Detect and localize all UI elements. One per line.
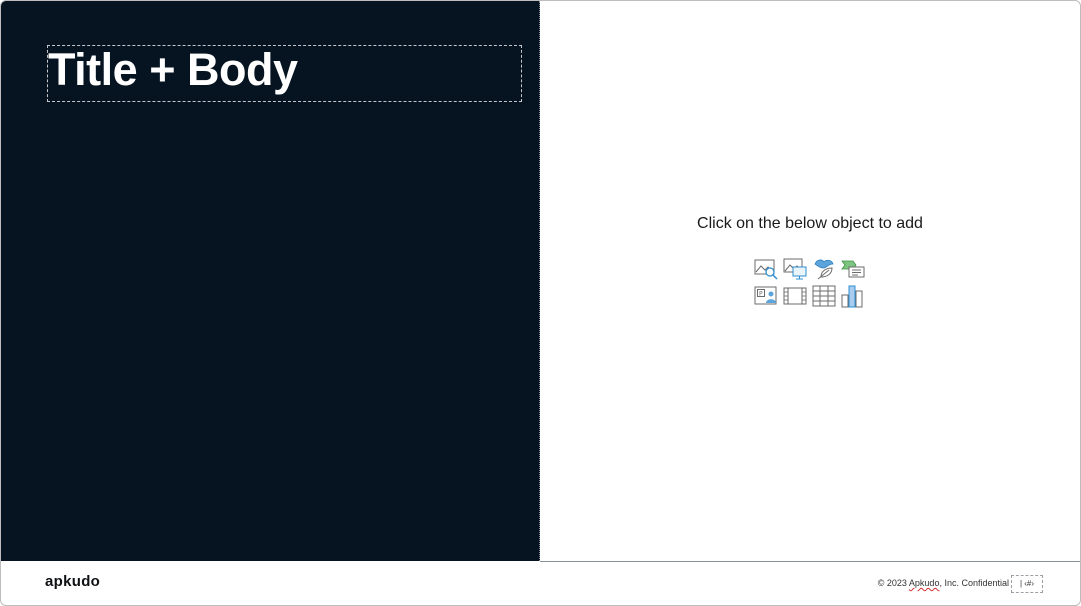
slide-canvas: Title + Body Click on the below object t… (0, 0, 1081, 606)
chart-icon[interactable] (841, 284, 865, 308)
dark-panel: Title + Body (1, 1, 540, 561)
slide-title[interactable]: Title + Body (48, 47, 298, 92)
table-icon[interactable] (812, 284, 836, 308)
copyright-company: Apkudo (908, 578, 940, 588)
smartart-icon[interactable] (841, 256, 865, 280)
copyright-suffix: , Inc. Confidential (939, 578, 1009, 588)
copyright-prefix: © 2023 (877, 578, 909, 588)
stock-image-icon[interactable] (783, 256, 807, 280)
content-placeholder[interactable]: Click on the below object to add P (540, 1, 1080, 561)
apkudo-logo: apkudo (45, 573, 101, 590)
insert-object-icons: P (754, 256, 866, 308)
picture-icon[interactable]: P (754, 284, 778, 308)
icons-icon[interactable] (812, 256, 836, 280)
copyright-notice[interactable]: © 2023 Apkudo, Inc. Confidential (878, 578, 1009, 588)
title-placeholder[interactable]: Title + Body (47, 45, 522, 102)
svg-text:P: P (759, 291, 763, 298)
video-icon[interactable] (783, 284, 807, 308)
slide-footer: apkudo © 2023 Apkudo, Inc. Confidential … (1, 562, 1080, 605)
slide-number-placeholder[interactable]: | ‹#› (1011, 575, 1043, 593)
placeholder-prompt: Click on the below object to add (697, 215, 923, 232)
search-image-icon[interactable] (754, 256, 778, 280)
